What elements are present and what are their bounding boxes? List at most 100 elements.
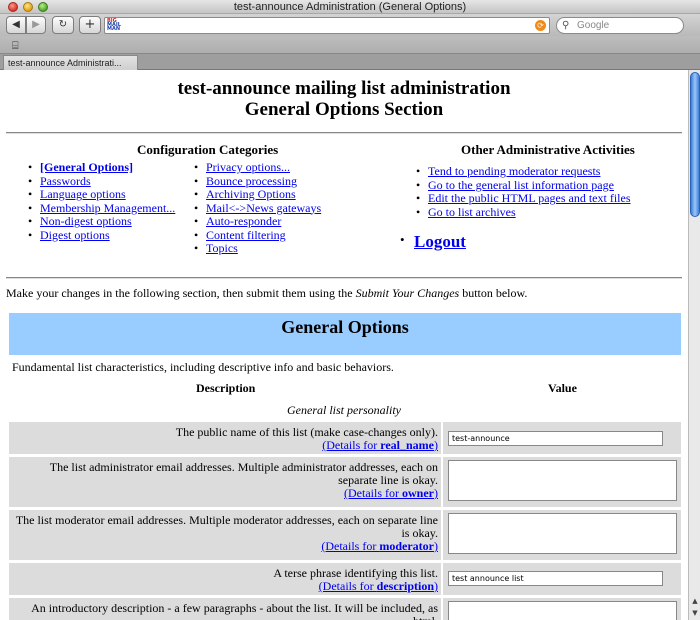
details-suffix: ) (434, 486, 438, 500)
search-icon: ⚲ (562, 20, 570, 31)
details-name: real_name (380, 438, 434, 452)
section-title: General Options (281, 317, 409, 337)
details-link-moderator[interactable]: (Details for moderator) (321, 539, 438, 553)
admin-activity-link[interactable]: Edit the public HTML pages and text file… (428, 191, 631, 205)
admin-activity-link[interactable]: Go to the general list information page (428, 178, 614, 192)
list-item: Topics (192, 241, 321, 256)
scroll-down-icon[interactable]: ▼ (690, 608, 700, 618)
instructions-after: button below. (459, 286, 528, 300)
scroll-up-icon[interactable]: ▲ (690, 596, 700, 606)
description-input[interactable]: test announce list (448, 571, 663, 586)
details-prefix: (Details for (344, 486, 402, 500)
window-titlebar: test-announce Administration (General Op… (0, 0, 700, 14)
search-field[interactable]: ⚲ Google (556, 17, 684, 34)
details-prefix: (Details for (321, 539, 380, 553)
bookmarks-bar: ⌸ (0, 36, 700, 54)
browser-toolbar: ◀ ▶ ↻ + BIG MAIL MAN ⟳ ⚲ Google (0, 14, 700, 36)
info-textarea[interactable] (448, 601, 677, 620)
details-link-real-name[interactable]: (Details for real_name) (322, 438, 438, 452)
config-category-link[interactable]: Digest options (40, 228, 110, 242)
reload-button[interactable]: ↻ (52, 16, 74, 34)
page-title: test-announce mailing list administratio… (0, 78, 688, 120)
add-bookmark-button[interactable]: + (79, 16, 101, 34)
list-item: Bounce processing (192, 174, 321, 189)
config-category-link[interactable]: Topics (206, 241, 238, 255)
back-button[interactable]: ◀ (6, 16, 26, 34)
list-item: Go to list archives (414, 205, 631, 220)
table-row: The list moderator email addresses. Mult… (9, 510, 681, 560)
middle-divider (6, 277, 682, 279)
section-description: Fundamental list characteristics, includ… (12, 360, 394, 374)
address-bar[interactable]: BIG MAIL MAN ⟳ (104, 17, 550, 34)
forward-button[interactable]: ▶ (26, 16, 46, 34)
config-category-link[interactable]: Bounce processing (206, 174, 297, 188)
row-description-text: The list moderator email addresses. Mult… (15, 513, 438, 540)
tab-strip: test-announce Administrati... (0, 54, 700, 70)
row-value-cell (443, 457, 681, 507)
config-category-link[interactable]: Privacy options... (206, 160, 290, 174)
details-prefix: (Details for (322, 438, 381, 452)
section-banner: General Options (9, 313, 681, 355)
details-suffix: ) (434, 438, 438, 452)
config-category-link[interactable]: Non-digest options (40, 214, 132, 228)
page-title-line2: General Options Section (244, 99, 444, 120)
row-description: The list administrator email addresses. … (9, 457, 441, 507)
table-row: The public name of this list (make case-… (9, 422, 681, 454)
logout-link[interactable]: Logout (400, 232, 466, 252)
list-item: Membership Management... (26, 201, 175, 216)
row-description: A terse phrase identifying this list. (D… (9, 563, 441, 595)
table-row: A terse phrase identifying this list. (D… (9, 563, 681, 595)
list-item: Auto-responder (192, 214, 321, 229)
list-item: [General Options] (26, 160, 175, 175)
site-favicon-icon: BIG MAIL MAN (107, 18, 121, 32)
tab-current[interactable]: test-announce Administrati... (3, 55, 138, 70)
other-activities-list: Tend to pending moderator requestsGo to … (414, 164, 631, 220)
list-item: Passwords (26, 174, 175, 189)
list-item: Tend to pending moderator requests (414, 164, 631, 179)
list-item: Content filtering (192, 228, 321, 243)
page-content: test-announce mailing list administratio… (0, 70, 688, 620)
row-description: An introductory description - a few para… (9, 598, 441, 620)
config-category-link[interactable]: Archiving Options (206, 187, 296, 201)
moderator-textarea[interactable] (448, 513, 677, 554)
config-category-link[interactable]: Language options (40, 187, 126, 201)
admin-activity-link[interactable]: Go to list archives (428, 205, 516, 219)
vertical-scrollbar[interactable]: ▲ ▼ (688, 70, 700, 620)
details-name: description (376, 579, 434, 593)
top-divider (6, 132, 682, 134)
owner-textarea[interactable] (448, 460, 677, 501)
back-arrow-icon: ◀ (12, 19, 20, 30)
row-description: The public name of this list (make case-… (9, 422, 441, 454)
details-name: owner (402, 486, 434, 500)
row-value-cell (443, 598, 681, 620)
bookmarks-book-icon[interactable]: ⌸ (12, 39, 19, 53)
admin-activity-link[interactable]: Tend to pending moderator requests (428, 164, 600, 178)
details-prefix: (Details for (318, 579, 377, 593)
instructions-before: Make your changes in the following secti… (6, 286, 356, 300)
list-item: Digest options (26, 228, 175, 243)
config-categories-col1: [General Options]PasswordsLanguage optio… (26, 160, 175, 243)
config-category-link[interactable]: Content filtering (206, 228, 286, 242)
details-suffix: ) (434, 579, 438, 593)
row-description: The list moderator email addresses. Mult… (9, 510, 441, 560)
row-description-text: The public name of this list (make case-… (175, 425, 438, 439)
config-category-link[interactable]: Membership Management... (40, 201, 175, 215)
forward-arrow-icon: ▶ (32, 19, 40, 30)
other-activities-heading: Other Administrative Activities (461, 142, 635, 157)
details-link-description[interactable]: (Details for description) (319, 579, 438, 593)
config-category-link[interactable]: Passwords (40, 174, 91, 188)
config-category-link[interactable]: [General Options] (40, 160, 133, 174)
rss-feed-icon[interactable]: ⟳ (535, 20, 546, 31)
row-description-text: The list administrator email addresses. … (49, 460, 438, 487)
list-item: Go to the general list information page (414, 178, 631, 193)
list-item: Language options (26, 187, 175, 202)
details-link-owner[interactable]: (Details for owner) (344, 486, 438, 500)
reload-icon: ↻ (58, 19, 68, 30)
instructions-emphasis: Submit Your Changes (355, 286, 460, 300)
scrollbar-thumb[interactable] (690, 72, 700, 217)
config-category-link[interactable]: Auto-responder (206, 214, 281, 228)
search-placeholder: Google (577, 20, 610, 31)
table-row: The list administrator email addresses. … (9, 457, 681, 507)
real-name-input[interactable]: test-announce (448, 431, 663, 446)
config-category-link[interactable]: Mail<->News gateways (206, 201, 321, 215)
